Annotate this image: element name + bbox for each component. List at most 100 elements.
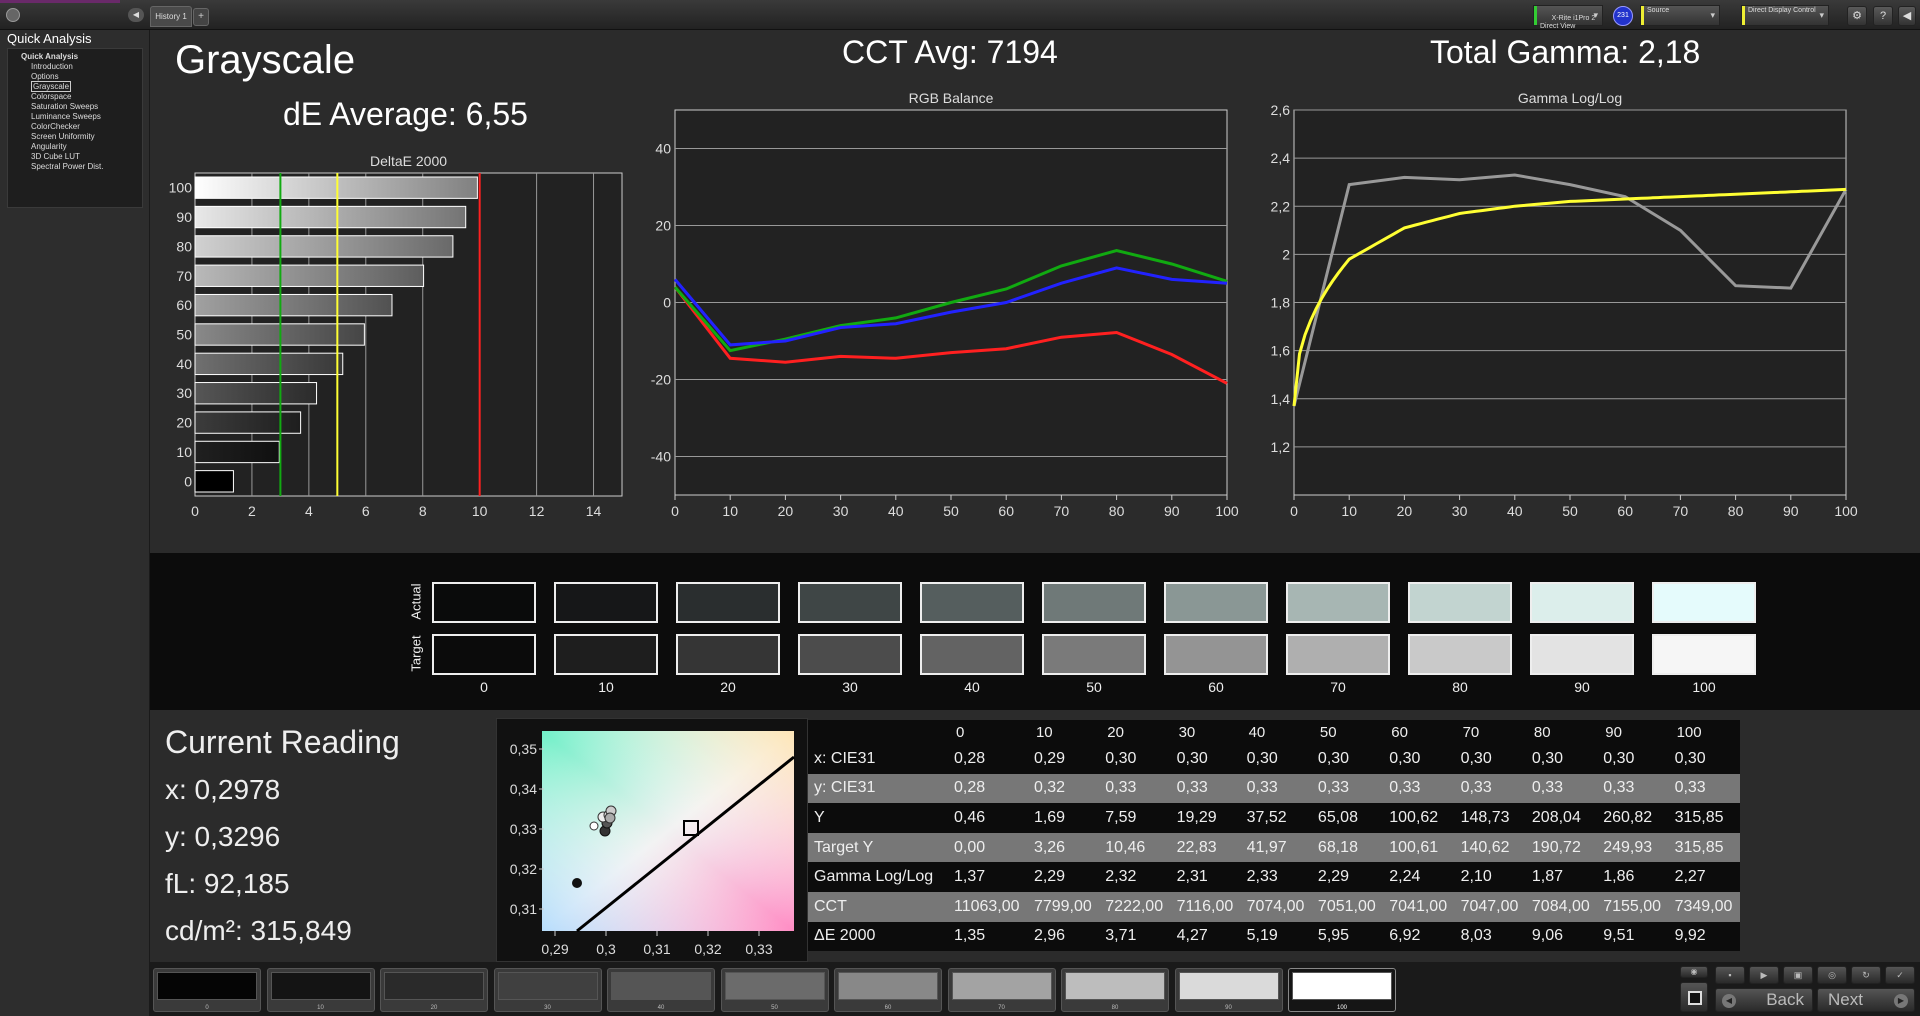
patch-label: 90 [1225,1005,1232,1011]
deltae-chart: DeltaE 20000 2 4 6 8 10 12 14100908070605040302… [169,153,623,519]
patch-button[interactable]: 90 [1174,968,1283,1012]
stop-button[interactable] [1680,982,1708,1012]
next-icon: ▶ [1894,994,1908,1008]
patch-label: 100 [1336,1005,1347,1011]
patch-color [384,972,484,1000]
table-cell: 7222,00 [1099,891,1171,922]
table-cell: 1,69 [1027,803,1100,833]
deltae-bar [194,440,280,464]
patch-button[interactable]: 60 [834,968,942,1012]
table-cell: 2,29 [1027,862,1100,892]
source-dropdown[interactable]: Source ▾ [1640,5,1720,26]
measurement-table: 0 10 20 30 40 50 60 70 80 90 100 x: CIE31 0,28 0,29 0,… [808,720,1740,960]
view-button[interactable]: ◎ [1817,966,1847,984]
x-tick-label: 20 [778,503,794,519]
refresh-button[interactable]: ↻ [1851,966,1881,984]
app-menu-icon[interactable] [6,8,20,22]
cie-x-tick-label: 0,29 [541,941,568,957]
y-tick-label: 0 [184,473,192,489]
reading-point [589,821,599,831]
x-tick-label: 2 [248,503,256,519]
y-tick-label: 10 [176,444,192,460]
table-cell: 0,30 [1099,744,1171,774]
actual-swatch [554,582,658,623]
patch-label: 80 [1111,1005,1119,1011]
tab-history-1[interactable]: History 1 [150,6,192,27]
total-gamma: Total Gamma: 2,18 [1430,34,1701,70]
expand-icon[interactable]: ◀ [1898,6,1916,26]
tree-root[interactable]: Quick Analysis [8,52,142,62]
patch-button[interactable]: 20 [380,968,488,1012]
patch-button[interactable]: 100 [1288,968,1396,1012]
y-tick-label: 20 [176,415,192,431]
next-button[interactable]: Next ▶ [1817,988,1915,1012]
meter-badge[interactable]: 231 [1613,6,1633,26]
table-cell: 140,62 [1454,832,1526,863]
meter-label: X-Rite i1Pro 2 Direct View [1540,15,1596,30]
patch-color [1065,972,1165,1000]
actual-swatch [1408,582,1512,623]
collapse-sidebar-icon[interactable]: ◀ [128,8,144,22]
patch-button[interactable]: 70 [947,968,1056,1012]
column-header: 60 [1383,720,1455,744]
sidebar-item-saturation-sweeps[interactable]: Saturation Sweeps [8,102,142,112]
sidebar-item-spectral-power[interactable]: Spectral Power Dist. [8,162,142,172]
sidebar-item-options[interactable]: Options [8,72,142,82]
cie-y-tick-label: 0,31 [510,901,537,917]
deltae-bar [194,264,425,287]
patch-color [724,972,825,1000]
deltae-bar [194,382,318,405]
settings-icon[interactable]: ⚙ [1847,6,1867,26]
table-cell: 100,62 [1383,803,1455,833]
sidebar-item-3d-cube-lut[interactable]: 3D Cube LUT [8,152,142,162]
patch-button[interactable]: 10 [266,968,375,1012]
table-cell: 0,30 [1170,744,1241,774]
sidebar-item-luminance-sweeps[interactable]: Luminance Sweeps [8,112,142,122]
target-swatch [1042,634,1146,675]
patch-label: 10 [317,1005,324,1011]
patch-button[interactable]: 0 [153,968,261,1012]
back-button[interactable]: ◀ Back [1715,988,1813,1012]
sidebar-item-colorspace[interactable]: Colorspace [8,92,142,102]
actual-swatch [798,582,902,623]
x-tick-label: 10 [1341,503,1357,519]
check-button[interactable]: ✓ [1885,966,1915,984]
column-header: 80 [1525,720,1598,744]
column-header: 0 [948,720,1028,744]
table-cell: 0,30 [1668,744,1740,774]
row-label: Y [808,803,948,833]
help-icon[interactable]: ? [1873,6,1893,26]
patch-button[interactable]: 40 [607,968,715,1012]
patch-color [497,972,598,1000]
page-title: Grayscale [175,38,356,82]
patch-button[interactable]: 50 [720,968,829,1012]
sidebar-item-introduction[interactable]: Introduction [8,62,142,72]
patch-button[interactable]: 80 [1061,968,1169,1012]
swatch-label: 60 [1208,679,1224,695]
x-tick-label: 70 [1673,503,1689,519]
sidebar-item-screen-uniformity[interactable]: Screen Uniformity [8,132,142,142]
add-tab-button[interactable]: + [193,8,209,26]
top-toolbar: ◀ History 1 + X-Rite i1Pro 2 Direct View… [0,0,1920,30]
gamma-title: Gamma Log/Log [1518,90,1622,106]
patch-label: 50 [771,1005,778,1011]
read-once-button[interactable]: ▪ [1715,966,1745,984]
table-cell: 2,10 [1454,862,1526,892]
sidebar: Quick Analysis Quick Analysis Introducti… [0,30,150,1016]
table-row: x: CIE31 0,28 0,29 0,30 0,30 0,30 0,30 0,30 0,30… [808,744,1740,774]
de-average: dE Average: 6,55 [283,96,528,132]
target-swatch [554,634,658,675]
table-cell: 0,33 [1311,773,1384,804]
sidebar-item-angularity[interactable]: Angularity [8,142,142,152]
x-tick-label: 10 [722,503,738,519]
sidebar-item-colorchecker[interactable]: ColorChecker [8,122,142,132]
table-cell: 6,92 [1383,921,1455,952]
sidebar-item-grayscale[interactable]: Grayscale [8,81,142,92]
read-continuous-button[interactable]: ▶ [1749,966,1779,984]
save-button[interactable]: ▣ [1783,966,1813,984]
cie-y-tick-label: 0,35 [510,741,537,757]
patch-button[interactable]: 30 [493,968,602,1012]
meter-dropdown[interactable]: X-Rite i1Pro 2 Direct View ▾ [1533,5,1603,30]
eye-icon[interactable]: ◉ [1680,966,1708,978]
display-dropdown[interactable]: Direct Display Control ▾ [1741,5,1829,26]
